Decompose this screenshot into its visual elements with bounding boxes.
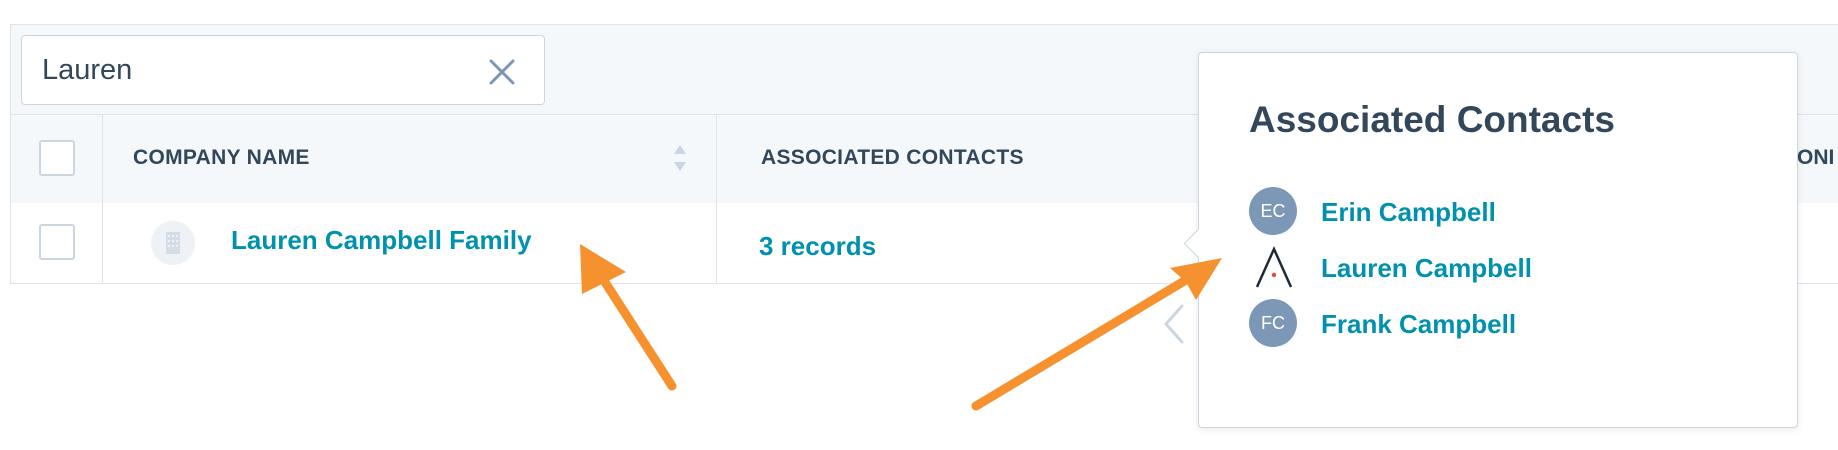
contact-name-link[interactable]: Lauren Campbell: [1321, 253, 1532, 284]
contact-name-link[interactable]: Frank Campbell: [1321, 309, 1516, 340]
popover-title: Associated Contacts: [1249, 99, 1615, 140]
header-company-name[interactable]: COMPANY NAME: [103, 115, 717, 203]
company-building-icon: [151, 221, 195, 265]
search-input[interactable]: [40, 36, 464, 104]
contact-name-link[interactable]: Erin Campbell: [1321, 197, 1496, 228]
brand-logo-icon: [1255, 245, 1293, 288]
associated-contacts-popover: Associated Contacts EC Erin Campbell Lau…: [1183, 52, 1798, 428]
search-box[interactable]: [21, 35, 545, 105]
chevron-left-icon[interactable]: [1158, 302, 1190, 346]
truncated-column-header[interactable]: ONI: [1797, 146, 1834, 170]
associated-records-link[interactable]: 3 records: [759, 231, 876, 262]
sort-icon[interactable]: [671, 141, 689, 175]
avatar: FC: [1249, 299, 1297, 347]
row-checkbox-cell: [11, 203, 103, 283]
avatar: EC: [1249, 187, 1297, 235]
header-checkbox-cell: [11, 115, 103, 203]
company-name-cell: Lauren Campbell Family: [103, 203, 717, 283]
company-name-header-label: COMPANY NAME: [133, 146, 310, 169]
company-name-link[interactable]: Lauren Campbell Family: [231, 225, 532, 256]
row-checkbox[interactable]: [39, 224, 75, 260]
associated-contacts-header-label: ASSOCIATED CONTACTS: [761, 146, 1024, 169]
select-all-checkbox[interactable]: [39, 140, 75, 176]
close-icon[interactable]: [486, 56, 518, 88]
